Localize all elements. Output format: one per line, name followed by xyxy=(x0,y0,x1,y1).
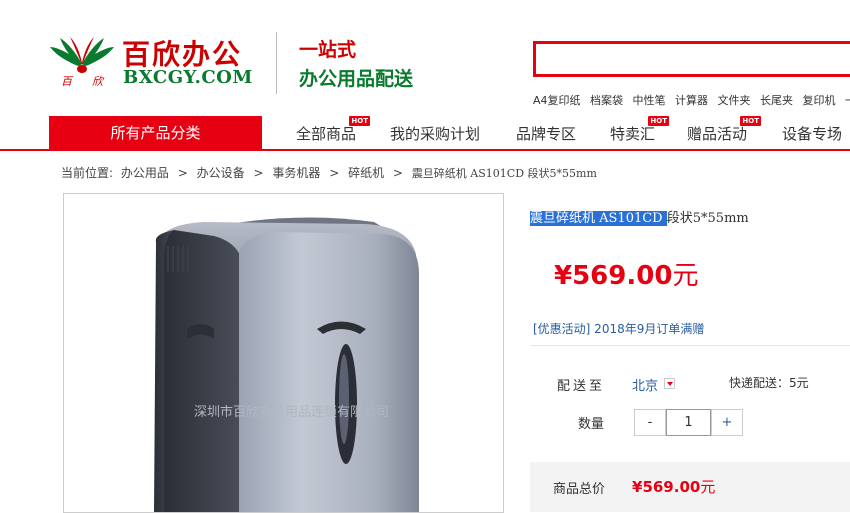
header-divider xyxy=(276,32,277,94)
total-price-label: 商品总价 xyxy=(553,482,606,497)
nav-item-label: 全部商品 xyxy=(296,125,357,143)
quantity-input[interactable]: 1 xyxy=(666,409,711,436)
breadcrumb-link[interactable]: 碎纸机 xyxy=(348,166,384,180)
breadcrumb-current: 震旦碎纸机 AS101CD 段状5*55mm xyxy=(411,167,597,180)
hot-badge: HOT xyxy=(740,116,762,126)
breadcrumb-separator: > xyxy=(392,166,403,180)
nav-item-label: 特卖汇 xyxy=(610,125,656,143)
nav-item-brands[interactable]: 品牌专区 xyxy=(516,123,576,144)
price-value: 569.00 xyxy=(572,261,673,291)
price-symbol: ¥ xyxy=(554,261,573,291)
nav-item-special-sale[interactable]: 特卖汇 HOT xyxy=(610,116,670,144)
promo-link[interactable]: [优惠活动] 2018年9月订单满赠 xyxy=(533,320,704,337)
nav-item-equipment[interactable]: 设备专场 xyxy=(782,123,842,144)
hot-word-link[interactable]: 档案袋 xyxy=(590,94,623,107)
quantity-decrease-button[interactable]: - xyxy=(634,409,666,436)
breadcrumb-link[interactable]: 办公设备 xyxy=(197,166,245,180)
svg-text:百: 百 xyxy=(61,75,74,87)
hot-word-link[interactable]: 文件夹 xyxy=(718,94,751,107)
product-title: 震旦碎纸机 AS101CD 段状5*55mm xyxy=(530,207,749,226)
nav-item-gift-events[interactable]: 赠品活动 HOT xyxy=(687,116,762,144)
total-price-symbol: ¥ xyxy=(632,478,643,496)
nav-item-all-products[interactable]: 全部商品 HOT xyxy=(296,116,371,144)
hot-search-words: A4复印纸 档案袋 中性笔 计算器 文件夹 长尾夹 复印机 一 xyxy=(533,92,850,108)
brand-logo-icon[interactable]: 百 欣 xyxy=(48,33,116,88)
hot-word-link[interactable]: 复印机 xyxy=(803,94,836,107)
shipping-fee: 快递配送：5元 xyxy=(729,376,809,390)
hot-word-link[interactable]: 计算器 xyxy=(675,94,708,107)
breadcrumb-prefix: 当前位置: xyxy=(61,166,114,180)
breadcrumb-separator: > xyxy=(177,166,188,180)
hot-word-link[interactable]: 长尾夹 xyxy=(760,94,793,107)
hot-badge: HOT xyxy=(349,116,371,126)
shipping-label: 配送至 xyxy=(557,379,606,394)
breadcrumb-separator: > xyxy=(253,166,264,180)
hot-word-link[interactable]: A4复印纸 xyxy=(533,94,581,107)
quantity-increase-button[interactable]: + xyxy=(711,409,743,436)
hot-word-link[interactable]: 一 xyxy=(845,94,850,107)
nav-item-purchase-plan[interactable]: 我的采购计划 xyxy=(390,123,480,144)
price-unit: 元 xyxy=(672,261,699,291)
watermark-text: 深圳市百欣办公用品连锁有限公司 xyxy=(194,404,389,420)
breadcrumb-link[interactable]: 事务机器 xyxy=(272,166,320,180)
hot-badge: HOT xyxy=(648,116,670,126)
nav-item-label: 我的采购计划 xyxy=(390,125,481,143)
chevron-down-icon[interactable] xyxy=(664,378,675,389)
shipping-city-select[interactable]: 北京 xyxy=(632,375,658,394)
product-title-rest: 段状5*55mm xyxy=(666,211,749,226)
breadcrumb-link[interactable]: 办公用品 xyxy=(121,166,169,180)
search-input[interactable] xyxy=(533,41,850,77)
all-categories-button[interactable]: 所有产品分类 xyxy=(49,116,262,151)
svg-text:欣: 欣 xyxy=(92,75,105,87)
logo-text-en[interactable]: BXCGY.COM xyxy=(123,67,253,88)
nav-item-label: 赠品活动 xyxy=(687,125,748,143)
breadcrumb-separator: > xyxy=(329,166,340,180)
breadcrumb: 当前位置: 办公用品 > 办公设备 > 事务机器 > 碎纸机 > 震旦碎纸机 A… xyxy=(61,164,597,181)
product-image[interactable]: 深圳市百欣办公用品连锁有限公司 xyxy=(63,193,504,513)
product-title-selected: 震旦碎纸机 AS101CD xyxy=(530,211,667,226)
slogan-line-1: 一站式 xyxy=(299,39,357,61)
total-price-value: 569.00 xyxy=(642,478,701,496)
slogan-line-2: 办公用品配送 xyxy=(299,68,414,90)
total-price-unit: 元 xyxy=(700,478,716,496)
nav-item-label: 品牌专区 xyxy=(516,125,577,143)
total-price: ¥569.00元 xyxy=(632,476,715,497)
section-divider xyxy=(530,345,850,346)
product-price: ¥569.00元 xyxy=(554,255,698,292)
quantity-label: 数量 xyxy=(578,417,605,432)
nav-item-label: 设备专场 xyxy=(782,125,843,143)
hot-word-link[interactable]: 中性笔 xyxy=(633,94,666,107)
